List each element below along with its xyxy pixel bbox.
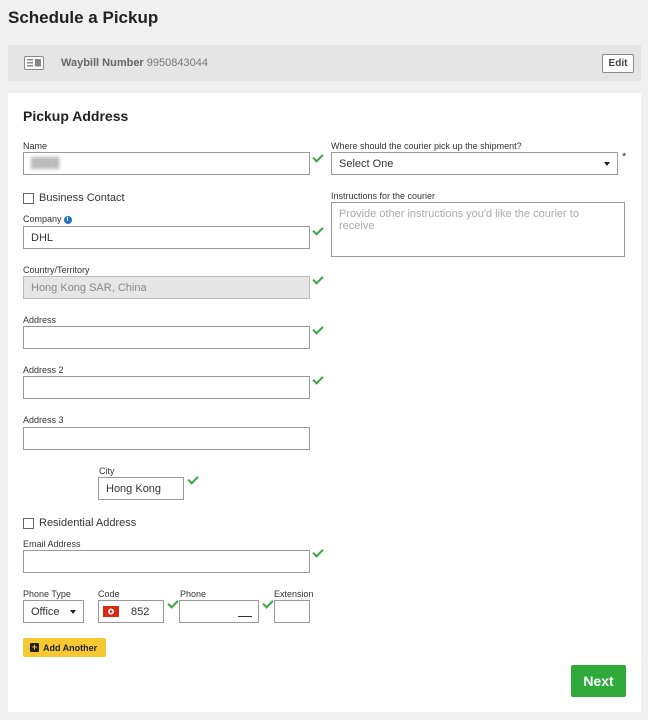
address2-valid-check-icon bbox=[312, 373, 324, 385]
courier-location-value: Select One bbox=[339, 157, 394, 170]
chevron-down-icon bbox=[604, 161, 610, 166]
company-label: Company i bbox=[23, 214, 72, 224]
email-valid-check-icon bbox=[312, 546, 324, 558]
phone-valid-check-icon bbox=[262, 597, 274, 609]
required-asterisk: * bbox=[622, 151, 627, 163]
add-another-button[interactable]: + Add Another bbox=[23, 638, 106, 657]
address-label: Address bbox=[23, 315, 57, 325]
company-valid-check-icon bbox=[312, 224, 324, 236]
phone-type-value: Office bbox=[31, 605, 60, 618]
extension-label: Extension bbox=[274, 589, 314, 599]
section-title: Pickup Address bbox=[23, 108, 129, 124]
city-label: City bbox=[99, 466, 115, 476]
company-label-text: Company bbox=[23, 214, 62, 224]
country-label: Country/Territory bbox=[23, 265, 90, 275]
phone-cursor bbox=[238, 616, 252, 617]
address3-input[interactable] bbox=[23, 427, 310, 450]
instructions-label: Instructions for the courier bbox=[331, 191, 436, 201]
courier-location-select[interactable]: Select One bbox=[331, 152, 618, 175]
chevron-down-icon bbox=[70, 609, 76, 614]
waybill-info: Waybill Number 9950843044 bbox=[61, 57, 208, 69]
address2-label: Address 2 bbox=[23, 365, 64, 375]
residential-address-label: Residential Address bbox=[39, 517, 137, 529]
name-input[interactable]: ████ bbox=[23, 152, 310, 175]
name-label: Name bbox=[23, 141, 48, 151]
business-contact-label: Business Contact bbox=[39, 192, 125, 204]
page-title: Schedule a Pickup bbox=[8, 8, 159, 27]
hong-kong-flag-icon bbox=[103, 606, 119, 617]
city-input[interactable]: Hong Kong bbox=[98, 477, 184, 500]
address-valid-check-icon bbox=[312, 323, 324, 335]
business-contact-checkbox[interactable] bbox=[23, 193, 34, 204]
add-another-label: Add Another bbox=[43, 642, 98, 653]
next-button[interactable]: Next bbox=[571, 665, 626, 697]
code-valid-check-icon bbox=[167, 597, 179, 609]
address-input[interactable] bbox=[23, 326, 310, 349]
country-input: Hong Kong SAR, China bbox=[23, 276, 310, 299]
phone-type-label: Phone Type bbox=[23, 589, 71, 599]
country-valid-check-icon bbox=[312, 273, 324, 285]
address2-input[interactable] bbox=[23, 376, 310, 399]
instructions-placeholder: Provide other instructions you'd like th… bbox=[339, 208, 579, 232]
waybill-label: Waybill Number bbox=[61, 57, 144, 69]
code-value: 852 bbox=[131, 605, 150, 618]
name-value-redacted: ████ bbox=[31, 158, 60, 169]
extension-input[interactable] bbox=[274, 600, 310, 623]
company-input[interactable]: DHL bbox=[23, 226, 310, 249]
residential-address-checkbox[interactable] bbox=[23, 518, 34, 529]
info-icon[interactable]: i bbox=[63, 215, 72, 224]
email-input[interactable] bbox=[23, 550, 310, 573]
email-label: Email Address bbox=[23, 539, 81, 549]
code-input[interactable]: 852 bbox=[98, 600, 164, 623]
city-valid-check-icon bbox=[187, 473, 199, 485]
phone-input[interactable] bbox=[179, 600, 259, 623]
address3-label: Address 3 bbox=[23, 415, 64, 425]
edit-button[interactable]: Edit bbox=[602, 54, 634, 73]
pickup-address-card: Pickup Address Name ████ Business Contac… bbox=[8, 93, 641, 712]
code-label: Code bbox=[98, 589, 120, 599]
instructions-textarea[interactable]: Provide other instructions you'd like th… bbox=[331, 202, 625, 257]
phone-type-select[interactable]: Office bbox=[23, 600, 84, 623]
phone-label: Phone bbox=[180, 589, 207, 599]
name-valid-check-icon bbox=[312, 151, 324, 163]
courier-location-label: Where should the courier pick up the shi… bbox=[331, 141, 522, 151]
plus-icon: + bbox=[30, 642, 39, 652]
waybill-bar: Waybill Number 9950843044 Edit bbox=[8, 45, 641, 81]
waybill-icon bbox=[24, 56, 44, 70]
waybill-number: 9950843044 bbox=[146, 57, 208, 69]
